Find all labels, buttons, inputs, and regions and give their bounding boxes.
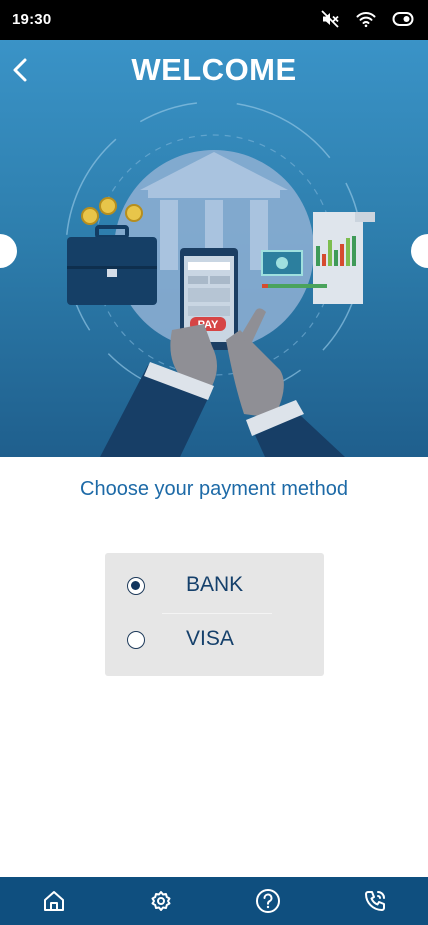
visa-option-label: VISA <box>186 627 234 650</box>
status-bar: 19:30 <box>0 0 428 40</box>
bank-radio[interactable] <box>127 577 145 595</box>
hero-banner: PAY WELCOME <box>0 40 428 457</box>
home-icon <box>43 891 64 911</box>
payment-illustration: PAY <box>65 101 375 457</box>
page-title: WELCOME <box>131 52 297 87</box>
mute-icon <box>320 9 340 29</box>
help-icon <box>255 889 280 913</box>
payment-method-prompt: Choose your payment method <box>80 478 348 500</box>
status-time: 19:30 <box>12 11 52 28</box>
nav-help-button[interactable] <box>214 877 321 925</box>
payment-option-visa[interactable]: VISA <box>105 614 324 669</box>
phone-icon <box>364 891 385 911</box>
settings-icon <box>151 891 170 911</box>
visa-radio[interactable] <box>127 631 145 649</box>
wifi-icon <box>356 10 376 28</box>
payment-option-bank[interactable]: BANK <box>105 560 324 615</box>
status-icons <box>320 9 414 29</box>
nav-contact-button[interactable] <box>321 877 428 925</box>
nav-settings-button[interactable] <box>107 877 214 925</box>
payment-options-card: BANK VISA <box>105 553 324 676</box>
nav-home-button[interactable] <box>0 877 107 925</box>
toggle-icon <box>392 11 414 27</box>
bank-option-label: BANK <box>186 573 244 596</box>
bottom-nav <box>0 877 428 925</box>
